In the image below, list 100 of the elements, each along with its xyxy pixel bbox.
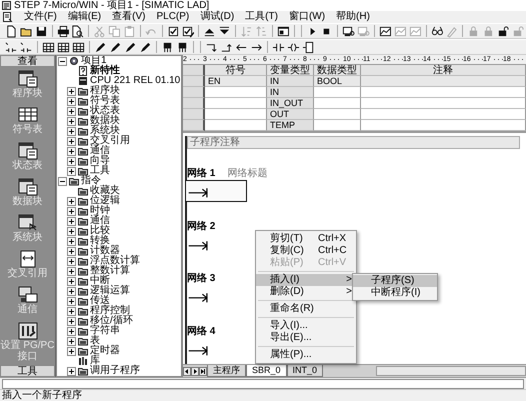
menu-item[interactable]: 中断程序(I) (353, 287, 437, 299)
expand-toggle[interactable] (67, 166, 76, 176)
contact-arrow-icon[interactable] (5, 40, 18, 54)
tree-item[interactable]: 字符串 (90, 326, 120, 336)
menu-item[interactable]: 复制(C) Ctrl+C (256, 245, 356, 257)
expand-toggle[interactable] (67, 306, 76, 316)
expand-toggle[interactable] (67, 156, 76, 166)
row-header[interactable] (183, 98, 205, 109)
row-header[interactable] (183, 76, 205, 87)
table-cell[interactable]: BOOL (314, 76, 361, 87)
table-cell[interactable] (361, 87, 526, 98)
document-window-icon[interactable] (18, 178, 38, 196)
tree-item[interactable]: 新特性 (90, 66, 120, 76)
expand-toggle[interactable] (67, 366, 76, 376)
table-icon[interactable] (18, 106, 38, 124)
expand-toggle[interactable] (67, 126, 76, 136)
tree-item[interactable]: 转换 (90, 236, 110, 246)
coil-icon[interactable] (287, 40, 300, 54)
tab[interactable]: INT_0 (286, 365, 324, 377)
tree-item[interactable]: 通信 (90, 146, 110, 156)
tree-item[interactable]: 调用子程序 (90, 366, 140, 376)
document-icon[interactable] (3, 12, 13, 22)
expand-toggle[interactable] (67, 136, 76, 146)
expand-toggle[interactable] (67, 236, 76, 246)
menu-item[interactable]: 导出(E)... (256, 332, 356, 344)
menu-item[interactable]: 属性(P)... (256, 349, 356, 361)
tree-item[interactable]: 状态表 (90, 106, 120, 116)
rung-drawing[interactable] (185, 180, 247, 202)
expand-toggle[interactable] (67, 316, 76, 326)
network-title[interactable]: 网络标题 (227, 168, 268, 179)
checkbox-pen-icon[interactable] (182, 24, 194, 38)
tree-item[interactable]: 数据块 (90, 116, 120, 126)
menu-item[interactable]: 查看(V) (112, 11, 146, 23)
menu-item[interactable]: 导入(I)... (256, 320, 356, 332)
tree-item[interactable]: 整数计算 (90, 266, 130, 276)
expand-toggle[interactable] (67, 276, 76, 286)
expand-toggle[interactable] (67, 286, 76, 296)
expand-toggle[interactable] (67, 146, 76, 156)
table-cell[interactable] (361, 98, 526, 109)
expand-toggle[interactable] (67, 206, 76, 216)
menu-item[interactable]: 剪切(T) Ctrl+X (256, 233, 356, 245)
tree-item[interactable]: 计数器 (90, 246, 120, 256)
last-tab-icon[interactable] (199, 366, 207, 376)
unlock-icon[interactable] (497, 24, 510, 38)
contact-arrow-icon[interactable] (20, 40, 33, 54)
document-window-icon[interactable] (18, 142, 38, 160)
component-icon[interactable] (161, 40, 174, 54)
tree-item[interactable]: 通信 (90, 216, 110, 226)
tree-item[interactable]: 库 (90, 356, 100, 366)
expand-toggle[interactable] (67, 346, 76, 356)
printer-icon[interactable] (56, 24, 70, 38)
collapse-toggle[interactable] (58, 56, 67, 66)
expand-toggle[interactable] (67, 266, 76, 276)
table-cell[interactable] (314, 87, 361, 98)
expand-toggle[interactable] (67, 226, 76, 236)
first-tab-icon[interactable] (183, 366, 191, 376)
tree-item[interactable]: 程序控制 (90, 306, 130, 316)
tree-item[interactable]: 定时器 (90, 346, 120, 356)
table-cell[interactable] (314, 120, 361, 131)
tree-item[interactable]: 交叉引用 (90, 136, 130, 146)
menu-item[interactable]: 调试(D) (200, 11, 234, 23)
expand-toggle[interactable] (67, 96, 76, 106)
tree-item[interactable]: 工具 (90, 166, 110, 176)
menu-item[interactable]: PLC(P) (156, 11, 190, 23)
menu-item[interactable]: 编辑(E) (68, 11, 102, 23)
computer-icon[interactable] (18, 286, 38, 304)
menu-item[interactable]: 工具(T) (245, 11, 278, 23)
tree-item[interactable]: 中断 (90, 276, 110, 286)
tree-item[interactable]: 指令 (81, 176, 101, 186)
tree-item[interactable]: 符号表 (90, 96, 120, 106)
grid-icon[interactable] (57, 40, 70, 54)
tree-item[interactable]: 移位/循环 (90, 316, 133, 326)
comment-field[interactable]: 子程序注释 (187, 136, 520, 149)
menu-item[interactable]: 窗口(W) (288, 11, 326, 23)
tree-item[interactable]: 浮点数计算 (90, 256, 140, 266)
expand-toggle[interactable] (67, 106, 76, 116)
collapse-toggle[interactable] (58, 176, 67, 186)
table-cell[interactable]: EN (205, 76, 267, 87)
chart-window-icon[interactable] (379, 24, 392, 38)
expand-toggle[interactable] (67, 326, 76, 336)
glasses-icon[interactable] (430, 24, 444, 38)
table-cell[interactable] (314, 98, 361, 109)
expand-toggle[interactable] (67, 246, 76, 256)
document-window-icon[interactable] (18, 70, 38, 88)
table-cell[interactable] (361, 109, 526, 120)
next-tab-icon[interactable] (191, 366, 199, 376)
horizontal-scrollbar[interactable] (376, 366, 526, 376)
interface-icon[interactable] (18, 322, 38, 340)
box-icon[interactable] (302, 40, 315, 54)
tree-item[interactable]: 传送 (90, 296, 110, 306)
cursor-window-icon[interactable] (18, 214, 38, 232)
tree-item[interactable]: 收藏夹 (90, 186, 120, 196)
expand-toggle[interactable] (67, 296, 76, 306)
table-cell[interactable] (314, 109, 361, 120)
tree-item[interactable]: CPU 221 REL 01.10 (90, 76, 180, 86)
page-icon[interactable] (5, 24, 18, 38)
table-cell[interactable] (361, 76, 526, 87)
table-cell[interactable] (361, 120, 526, 131)
window-icon[interactable] (276, 24, 290, 38)
expand-toggle[interactable] (67, 336, 76, 346)
